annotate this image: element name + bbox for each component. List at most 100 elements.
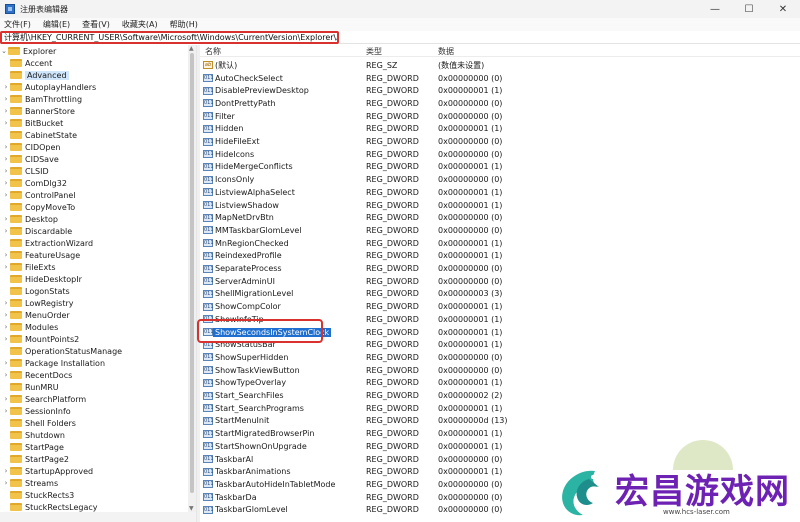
value-row[interactable]: 011 ReindexedProfile REG_DWORD 0x00000001 (… [200,250,800,263]
tree-item[interactable]: › CIDSave [2,153,59,165]
chevron-right-icon[interactable]: › [2,227,10,235]
tree-item[interactable]: › RecentDocs [2,369,73,381]
menu-edit[interactable]: 编辑(E) [43,19,70,30]
scroll-down-icon[interactable]: ▼ [189,505,195,512]
tree-item[interactable]: StartPage [2,441,64,453]
value-row[interactable]: 011 ServerAdminUI REG_DWORD 0x00000000 (0) [200,275,800,288]
value-row[interactable]: 011 HideMergeConflicts REG_DWORD 0x00000001… [200,161,800,174]
value-row[interactable]: 011 ShowCompColor REG_DWORD 0x00000001 (1) [200,300,800,313]
value-row[interactable]: 011 Start_SearchFiles REG_DWORD 0x00000002 … [200,389,800,402]
value-row[interactable]: 011 Filter REG_DWORD 0x00000000 (0) [200,110,800,123]
chevron-right-icon[interactable]: › [2,335,10,343]
tree-item[interactable]: › Modules [2,321,59,333]
column-data-header[interactable]: 数据 [438,46,454,57]
scrollbar-thumb[interactable] [190,53,194,493]
tree-item[interactable]: LogonStats [2,285,70,297]
chevron-right-icon[interactable]: › [2,359,10,367]
tree-item[interactable]: › ControlPanel [2,189,76,201]
value-row[interactable]: 011 IconsOnly REG_DWORD 0x00000000 (0) [200,173,800,186]
chevron-right-icon[interactable]: › [2,215,10,223]
tree-item[interactable]: CopyMoveTo [2,201,75,213]
tree-item[interactable]: Shell Folders [2,417,76,429]
maximize-button[interactable]: ☐ [732,0,766,18]
tree-item[interactable]: StuckRects3 [2,489,74,501]
chevron-right-icon[interactable]: › [2,263,10,271]
value-row[interactable]: 011 MnRegionChecked REG_DWORD 0x00000001 (1… [200,237,800,250]
tree-item[interactable]: › MountPoints2 [2,333,80,345]
value-row[interactable]: 011 MapNetDrvBtn REG_DWORD 0x00000000 (0) [200,211,800,224]
chevron-right-icon[interactable]: › [2,143,10,151]
value-row[interactable]: ab (默认) REG_SZ (数值未设置) [200,59,800,72]
value-row[interactable]: 011 MMTaskbarGlomLevel REG_DWORD 0x00000000… [200,224,800,237]
tree-item[interactable]: › Desktop [2,213,58,225]
value-row[interactable]: 011 SeparateProcess REG_DWORD 0x00000000 (0… [200,262,800,275]
menu-favorites[interactable]: 收藏夹(A) [122,19,158,30]
value-row[interactable]: 011 ShowTypeOverlay REG_DWORD 0x00000001 (1… [200,377,800,390]
chevron-right-icon[interactable]: › [2,95,10,103]
chevron-right-icon[interactable]: › [2,251,10,259]
tree-item[interactable]: › BannerStore [2,105,75,117]
tree-item[interactable]: RunMRU [2,381,59,393]
value-row[interactable]: 011 Start_SearchPrograms REG_DWORD 0x000000… [200,402,800,415]
tree-item[interactable]: › CLSID [2,165,49,177]
tree-item[interactable]: › BitBucket [2,117,64,129]
value-row[interactable]: 011 Hidden REG_DWORD 0x00000001 (1) [200,123,800,136]
value-row[interactable]: 011 ListviewAlphaSelect REG_DWORD 0x0000000… [200,186,800,199]
value-row[interactable]: 011 ShowSuperHidden REG_DWORD 0x00000000 (0… [200,351,800,364]
tree-item[interactable]: HideDesktopIr [2,273,82,285]
tree-item[interactable]: Advanced [2,69,69,81]
value-row[interactable]: 011 DontPrettyPath REG_DWORD 0x00000000 (0) [200,97,800,110]
chevron-right-icon[interactable]: › [2,467,10,475]
value-row[interactable]: 011 HideIcons REG_DWORD 0x00000000 (0) [200,148,800,161]
chevron-right-icon[interactable]: › [2,179,10,187]
tree-item[interactable]: › AutoplayHandlers [2,81,97,93]
chevron-right-icon[interactable]: › [2,395,10,403]
tree-item[interactable]: › Streams [2,477,59,489]
chevron-right-icon[interactable]: › [2,191,10,199]
chevron-down-icon[interactable]: ⌄ [0,47,8,55]
chevron-right-icon[interactable]: › [2,155,10,163]
chevron-right-icon[interactable]: › [2,407,10,415]
tree-item-root[interactable]: ⌄ Explorer [0,45,56,57]
value-row[interactable]: 011 StartMigratedBrowserPin REG_DWORD 0x000… [200,427,800,440]
value-row[interactable]: 011 ShellMigrationLevel REG_DWORD 0x0000000… [200,288,800,301]
tree-item[interactable]: › BamThrottling [2,93,82,105]
tree-item[interactable]: Accent [2,57,52,69]
menu-view[interactable]: 查看(V) [82,19,110,30]
column-name-header[interactable]: 名称 [205,46,221,57]
tree-hscrollbar[interactable] [0,512,196,522]
value-row[interactable]: 011 AutoCheckSelect REG_DWORD 0x00000000 (0… [200,72,800,85]
tree-item[interactable]: › LowRegistry [2,297,74,309]
chevron-right-icon[interactable]: › [2,371,10,379]
tree-item[interactable]: › ComDlg32 [2,177,67,189]
value-row[interactable]: 011 ShowTaskViewButton REG_DWORD 0x00000000… [200,364,800,377]
value-row[interactable]: 011 ListviewShadow REG_DWORD 0x00000001 (1) [200,199,800,212]
chevron-right-icon[interactable]: › [2,323,10,331]
tree-item[interactable]: › FeatureUsage [2,249,81,261]
column-type-header[interactable]: 类型 [366,46,382,57]
tree-scrollbar[interactable]: ▲ ▼ [188,45,196,512]
tree-item[interactable]: › SearchPlatform [2,393,87,405]
value-row[interactable]: 011 DisablePreviewDesktop REG_DWORD 0x00000… [200,84,800,97]
tree-item[interactable]: StartPage2 [2,453,69,465]
chevron-right-icon[interactable]: › [2,119,10,127]
scroll-up-icon[interactable]: ▲ [189,45,195,52]
chevron-right-icon[interactable]: › [2,311,10,319]
tree-item[interactable]: › FileExts [2,261,56,273]
tree-item[interactable]: › Discardable [2,225,73,237]
chevron-right-icon[interactable]: › [2,83,10,91]
tree-item[interactable]: › SessionInfo [2,405,71,417]
value-row[interactable]: 011 StartMenuInit REG_DWORD 0x0000000d (13) [200,415,800,428]
chevron-right-icon[interactable]: › [2,107,10,115]
menu-file[interactable]: 文件(F) [4,19,31,30]
chevron-right-icon[interactable]: › [2,167,10,175]
minimize-button[interactable]: — [698,0,732,18]
value-row[interactable]: 011 HideFileExt REG_DWORD 0x00000000 (0) [200,135,800,148]
tree-item[interactable]: › StartupApproved [2,465,93,477]
tree-item[interactable]: OperationStatusManage [2,345,122,357]
tree-item[interactable]: Shutdown [2,429,65,441]
tree-item[interactable]: StuckRectsLegacy [2,501,98,512]
address-input[interactable]: 计算机\HKEY_CURRENT_USER\Software\Microsoft… [0,31,339,44]
tree-item[interactable]: › Package Installation [2,357,105,369]
close-button[interactable]: ✕ [766,0,800,18]
